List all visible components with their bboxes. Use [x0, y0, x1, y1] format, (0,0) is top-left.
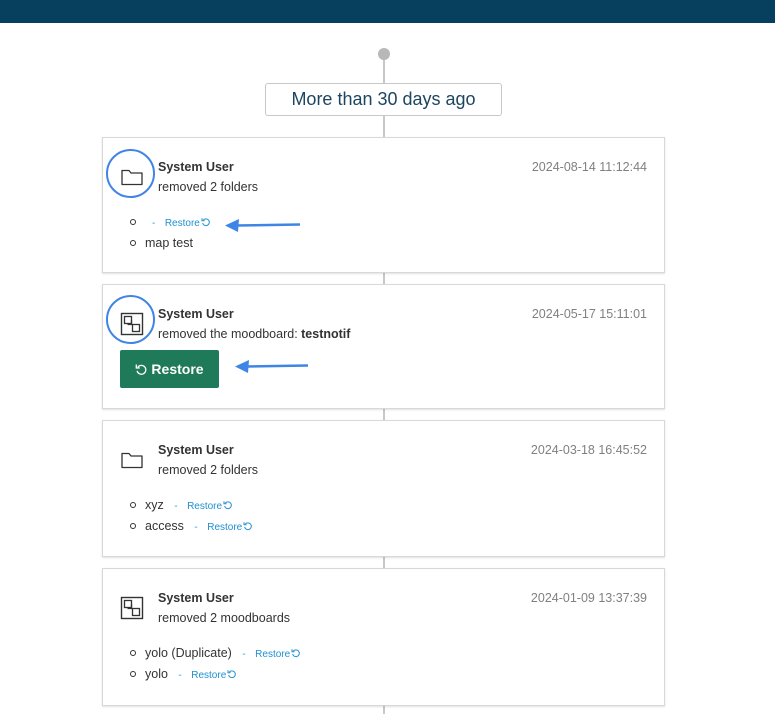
- restore-link[interactable]: Restore: [187, 501, 233, 512]
- undo-icon: [227, 670, 237, 679]
- bullet: [130, 523, 136, 529]
- list-item: access - Restore: [130, 516, 253, 537]
- item-name: yolo (Duplicate): [145, 646, 232, 660]
- activity-action: removed 2 folders: [158, 180, 259, 194]
- annotation-arrow: [235, 360, 309, 373]
- moodboard-icon: [120, 596, 144, 620]
- activity-timestamp: 2024-05-17 15:11:01: [531, 307, 647, 321]
- bullet: [130, 219, 136, 225]
- activity-card: System User removed the moodboard: testn…: [102, 284, 665, 409]
- item-name: map test: [145, 236, 193, 250]
- separator: -: [242, 649, 246, 660]
- bullet: [130, 650, 136, 656]
- item-name: access: [145, 519, 184, 533]
- item-name: xyz: [145, 498, 164, 512]
- bullet: [130, 671, 136, 677]
- activity-user: System User: [158, 307, 234, 321]
- timeline-start-dot: [378, 48, 390, 60]
- activity-timestamp: 2024-08-14 11:12:44: [531, 160, 647, 174]
- annotation-arrow: [225, 219, 301, 232]
- restore-link-label: Restore: [191, 670, 227, 681]
- activity-card: System User removed 2 folders 2024-08-14…: [102, 137, 665, 273]
- list-item: xyz - Restore: [130, 495, 253, 516]
- removed-items-list: - Restore map test: [130, 212, 211, 254]
- separator: -: [174, 501, 178, 512]
- activity-user: System User: [158, 443, 234, 457]
- activity-action: removed 2 folders: [158, 463, 259, 477]
- activity-action-target: testnotif: [301, 327, 351, 341]
- undo-icon: [223, 501, 232, 510]
- top-header-bar: [0, 0, 775, 23]
- restore-link[interactable]: Restore: [255, 649, 301, 660]
- period-label: More than 30 days ago: [265, 83, 502, 116]
- annotation-circle: [106, 149, 155, 198]
- activity-timestamp: 2024-01-09 13:37:39: [530, 591, 647, 605]
- separator: -: [194, 522, 198, 533]
- activity-action-text: removed the moodboard:: [158, 327, 302, 341]
- restore-link-label: Restore: [164, 218, 200, 229]
- restore-button-label: Restore: [151, 361, 204, 377]
- restore-link[interactable]: Restore: [207, 522, 253, 533]
- bullet: [130, 240, 136, 246]
- removed-items-list: yolo (Duplicate) - Restore yolo - Restor…: [130, 643, 301, 685]
- activity-timestamp: 2024-03-18 16:45:52: [530, 443, 647, 457]
- folder-icon: [120, 448, 144, 472]
- list-item: yolo - Restore: [130, 664, 301, 685]
- restore-link[interactable]: Restore: [191, 670, 237, 681]
- separator: -: [178, 670, 182, 681]
- activity-user: System User: [158, 160, 234, 174]
- annotation-circle: [106, 295, 155, 344]
- bullet: [130, 502, 136, 508]
- restore-button[interactable]: Restore: [120, 350, 219, 388]
- undo-icon: [291, 649, 300, 658]
- list-item: map test: [130, 233, 211, 254]
- activity-action: removed 2 moodboards: [158, 611, 291, 625]
- restore-link-label: Restore: [187, 501, 223, 512]
- undo-icon: [201, 218, 210, 227]
- undo-icon: [136, 364, 147, 375]
- activity-card: System User removed 2 moodboards 2024-01…: [102, 568, 665, 706]
- activity-card: System User removed 2 folders 2024-03-18…: [102, 420, 665, 557]
- undo-icon: [243, 522, 252, 531]
- restore-link[interactable]: Restore: [165, 218, 211, 229]
- list-item: yolo (Duplicate) - Restore: [130, 643, 301, 664]
- removed-items-list: xyz - Restore access - Restore: [130, 495, 253, 537]
- restore-link-label: Restore: [207, 522, 243, 533]
- separator: -: [152, 218, 156, 229]
- activity-action: removed the moodboard: testnotif: [158, 327, 350, 341]
- item-name: yolo: [145, 667, 168, 681]
- activity-user: System User: [158, 591, 234, 605]
- list-item: - Restore: [130, 212, 211, 233]
- restore-link-label: Restore: [255, 649, 291, 660]
